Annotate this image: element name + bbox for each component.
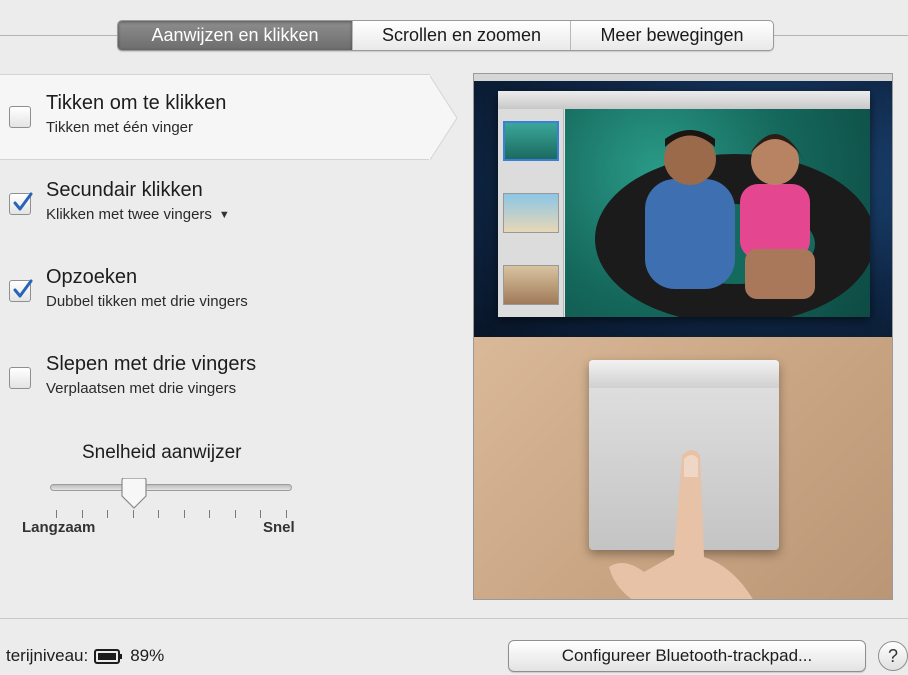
slider-tick	[132, 510, 134, 518]
tab-aanwijzen-en-klikken[interactable]: Aanwijzen en klikken	[118, 21, 352, 50]
option-title: Secundair klikken	[46, 179, 203, 201]
preview-thumbnail	[503, 265, 559, 305]
preview-app-window	[498, 91, 870, 317]
preview-desk	[474, 337, 892, 599]
option-look-up[interactable]: Opzoeken Dubbel tikken met drie vingers	[0, 264, 440, 324]
preview-sidebar	[498, 109, 564, 317]
help-button[interactable]: ?	[878, 641, 908, 671]
preview-desktop-screen	[474, 74, 892, 337]
slider-tick	[260, 510, 262, 518]
battery-label: terijniveau:	[6, 646, 89, 665]
option-title: Tikken om te klikken	[46, 92, 227, 114]
gesture-preview-video	[473, 73, 893, 600]
slider-tick	[81, 510, 83, 518]
fast-label: Snel	[263, 519, 295, 536]
option-subtitle: Dubbel tikken met drie vingers	[46, 293, 248, 310]
preview-finger	[609, 450, 753, 599]
secondary-click-dropdown[interactable]: Klikken met twee vingers ▼	[46, 206, 230, 223]
slider-tick	[183, 510, 185, 518]
checkmark-icon	[13, 192, 33, 211]
checkmark-icon	[13, 279, 33, 298]
preview-menubar	[474, 74, 892, 81]
three-finger-drag-checkbox[interactable]	[9, 367, 31, 389]
tab-scrollen-en-zoomen[interactable]: Scrollen en zoomen	[352, 21, 570, 50]
pointer-speed-title: Snelheid aanwijzer	[82, 442, 242, 463]
slider-tick	[107, 510, 109, 518]
slow-label: Langzaam	[22, 519, 96, 536]
configure-bluetooth-trackpad-button[interactable]: Configureer Bluetooth-trackpad...	[508, 640, 866, 672]
battery-level: terijniveau: 89%	[6, 646, 164, 666]
option-subtitle: Verplaatsen met drie vingers	[46, 380, 237, 397]
preview-photo	[565, 109, 870, 317]
option-tap-to-click[interactable]: Tikken om te klikken Tikken met één ving…	[0, 90, 440, 150]
slider-tick	[209, 510, 211, 518]
preview-thumbnail	[503, 121, 559, 161]
option-subtitle: Tikken met één vinger	[46, 119, 194, 136]
secondary-click-checkbox[interactable]	[9, 192, 33, 215]
slider-tick	[56, 510, 57, 518]
tab-bar: Aanwijzen en klikken Scrollen en zoomen …	[117, 20, 774, 51]
preview-thumbnail	[503, 193, 559, 233]
slider-tick	[234, 510, 236, 518]
tab-meer-bewegingen[interactable]: Meer bewegingen	[570, 21, 773, 50]
look-up-checkbox[interactable]	[9, 279, 33, 302]
option-secondary-click[interactable]: Secundair klikken Klikken met twee vinge…	[0, 177, 440, 237]
slider-tick	[158, 510, 160, 518]
pointer-speed-slider-thumb[interactable]	[119, 478, 149, 510]
preview-trackpad-top	[589, 360, 779, 388]
option-subtitle: Klikken met twee vingers	[46, 206, 212, 223]
preview-window-toolbar	[498, 91, 870, 109]
pointer-speed-slider-track[interactable]	[50, 484, 292, 491]
tap-to-click-checkbox[interactable]	[9, 106, 31, 128]
option-title: Slepen met drie vingers	[46, 353, 257, 375]
slider-tick	[286, 510, 287, 518]
footer-separator	[0, 618, 908, 619]
battery-value: 89%	[130, 646, 165, 665]
triangle-down-icon: ▼	[218, 209, 230, 222]
battery-icon	[94, 648, 123, 664]
option-title: Opzoeken	[46, 266, 138, 288]
help-icon: ?	[887, 645, 898, 666]
option-three-finger-drag[interactable]: Slepen met drie vingers Verplaatsen met …	[0, 351, 440, 411]
